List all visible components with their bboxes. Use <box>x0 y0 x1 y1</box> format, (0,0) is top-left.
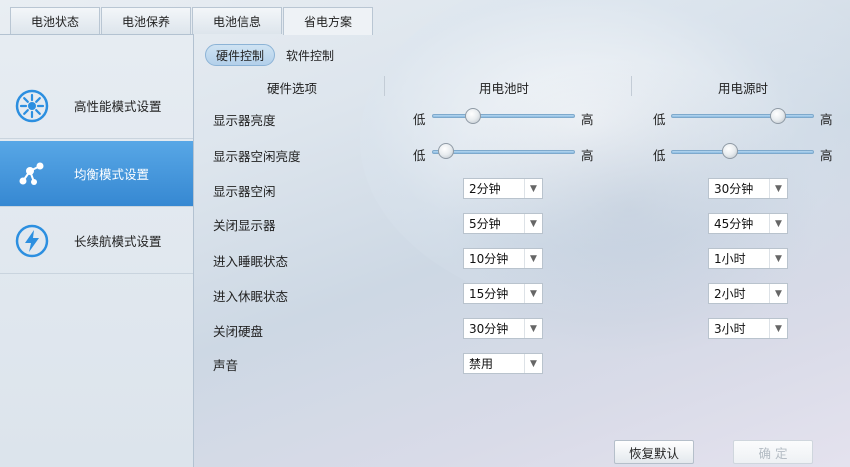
mode-item-long-endurance[interactable]: 长续航模式设置 <box>0 208 193 274</box>
row-label-sound: 声音 <box>213 358 239 373</box>
dropdown-arrow-icon: ▼ <box>769 319 787 338</box>
tab-battery-info[interactable]: 电池信息 <box>192 7 282 34</box>
button-label: 确 定 <box>758 445 788 461</box>
power-idle-brightness-slider[interactable] <box>671 150 814 154</box>
dropdown-arrow-icon: ▼ <box>769 179 787 198</box>
select-value: 10分钟 <box>469 252 509 266</box>
mode-label: 均衡模式设置 <box>74 167 150 182</box>
select-value: 2分钟 <box>469 182 501 196</box>
dropdown-arrow-icon: ▼ <box>524 179 542 198</box>
restore-defaults-button[interactable]: 恢复默认 <box>614 440 694 464</box>
balanced-icon <box>14 156 50 192</box>
select-value: 45分钟 <box>714 217 754 231</box>
slider-low-label: 低 <box>413 148 426 163</box>
column-divider <box>631 76 632 96</box>
tab-bar: 电池状态 电池保养 电池信息 省电方案 <box>0 0 850 35</box>
tab-label: 省电方案 <box>303 15 352 29</box>
dropdown-arrow-icon: ▼ <box>524 319 542 338</box>
dropdown-arrow-icon: ▼ <box>769 284 787 303</box>
slider-high-label: 高 <box>581 148 594 163</box>
mode-item-balanced[interactable]: 均衡模式设置 <box>0 141 193 207</box>
dropdown-arrow-icon: ▼ <box>769 214 787 233</box>
column-header-battery: 用电池时 <box>479 81 530 96</box>
row-label-turn-off-display: 关闭显示器 <box>213 218 276 233</box>
slider-handle[interactable] <box>770 108 787 124</box>
slider-high-label: 高 <box>820 112 833 127</box>
dropdown-arrow-icon: ▼ <box>524 354 542 373</box>
dropdown-arrow-icon: ▼ <box>524 284 542 303</box>
mode-label: 长续航模式设置 <box>74 234 162 249</box>
select-value: 3小时 <box>714 322 746 336</box>
battery-sound-select[interactable]: 禁用 ▼ <box>463 353 543 374</box>
dropdown-arrow-icon: ▼ <box>524 214 542 233</box>
select-value: 2小时 <box>714 287 746 301</box>
power-turn-off-disk-select[interactable]: 3小时 ▼ <box>708 318 788 339</box>
row-label-idle-brightness: 显示器空闲亮度 <box>213 149 301 164</box>
mode-sidebar: 高性能模式设置 均衡模式设置 长续航模式设置 <box>0 34 194 467</box>
power-sleep-select[interactable]: 1小时 ▼ <box>708 248 788 269</box>
power-brightness-slider[interactable] <box>671 114 814 118</box>
subtab-software-control[interactable]: 软件控制 <box>276 44 344 66</box>
slider-high-label: 高 <box>581 112 594 127</box>
mode-label: 高性能模式设置 <box>74 99 162 114</box>
slider-handle[interactable] <box>438 143 455 159</box>
battery-brightness-slider[interactable] <box>432 114 575 118</box>
select-value: 30分钟 <box>714 182 754 196</box>
battery-hibernate-select[interactable]: 15分钟 ▼ <box>463 283 543 304</box>
tab-battery-care[interactable]: 电池保养 <box>101 7 191 34</box>
battery-turn-off-display-select[interactable]: 5分钟 ▼ <box>463 213 543 234</box>
column-header-power: 用电源时 <box>718 81 769 96</box>
row-label-screen-brightness: 显示器亮度 <box>213 113 276 128</box>
select-value: 5分钟 <box>469 217 501 231</box>
column-divider <box>384 76 385 96</box>
select-value: 1小时 <box>714 252 746 266</box>
tab-label: 电池信息 <box>212 14 261 29</box>
slider-handle[interactable] <box>721 143 738 159</box>
slider-handle[interactable] <box>465 108 482 124</box>
row-label-turn-off-disk: 关闭硬盘 <box>213 324 264 339</box>
button-label: 恢复默认 <box>628 445 679 461</box>
confirm-button[interactable]: 确 定 <box>733 440 813 464</box>
select-value: 30分钟 <box>469 322 509 336</box>
row-label-sleep: 进入睡眠状态 <box>213 254 289 269</box>
mode-item-high-performance[interactable]: 高性能模式设置 <box>0 73 193 139</box>
slider-low-label: 低 <box>653 112 666 127</box>
battery-sleep-select[interactable]: 10分钟 ▼ <box>463 248 543 269</box>
dropdown-arrow-icon: ▼ <box>524 249 542 268</box>
tab-label: 电池保养 <box>121 14 170 29</box>
select-value: 15分钟 <box>469 287 509 301</box>
power-display-idle-select[interactable]: 30分钟 ▼ <box>708 178 788 199</box>
row-label-hibernate: 进入休眠状态 <box>213 289 289 304</box>
tab-power-plan[interactable]: 省电方案 <box>283 7 373 35</box>
battery-display-idle-select[interactable]: 2分钟 ▼ <box>463 178 543 199</box>
subtab-hardware-control[interactable]: 硬件控制 <box>205 44 276 66</box>
power-turn-off-display-select[interactable]: 45分钟 ▼ <box>708 213 788 234</box>
lightning-icon <box>14 223 50 259</box>
column-header-options: 硬件选项 <box>267 81 318 96</box>
slider-low-label: 低 <box>653 148 666 163</box>
power-hibernate-select[interactable]: 2小时 ▼ <box>708 283 788 304</box>
slider-low-label: 低 <box>413 112 426 127</box>
battery-turn-off-disk-select[interactable]: 30分钟 ▼ <box>463 318 543 339</box>
tab-label: 电池状态 <box>30 14 79 29</box>
dropdown-arrow-icon: ▼ <box>769 249 787 268</box>
subtab-label: 硬件控制 <box>216 48 265 63</box>
performance-icon <box>14 88 50 124</box>
subtab-label: 软件控制 <box>286 48 335 63</box>
slider-high-label: 高 <box>820 148 833 163</box>
select-value: 禁用 <box>469 357 494 371</box>
row-label-display-idle: 显示器空闲 <box>213 184 276 199</box>
tab-battery-status[interactable]: 电池状态 <box>10 7 100 34</box>
